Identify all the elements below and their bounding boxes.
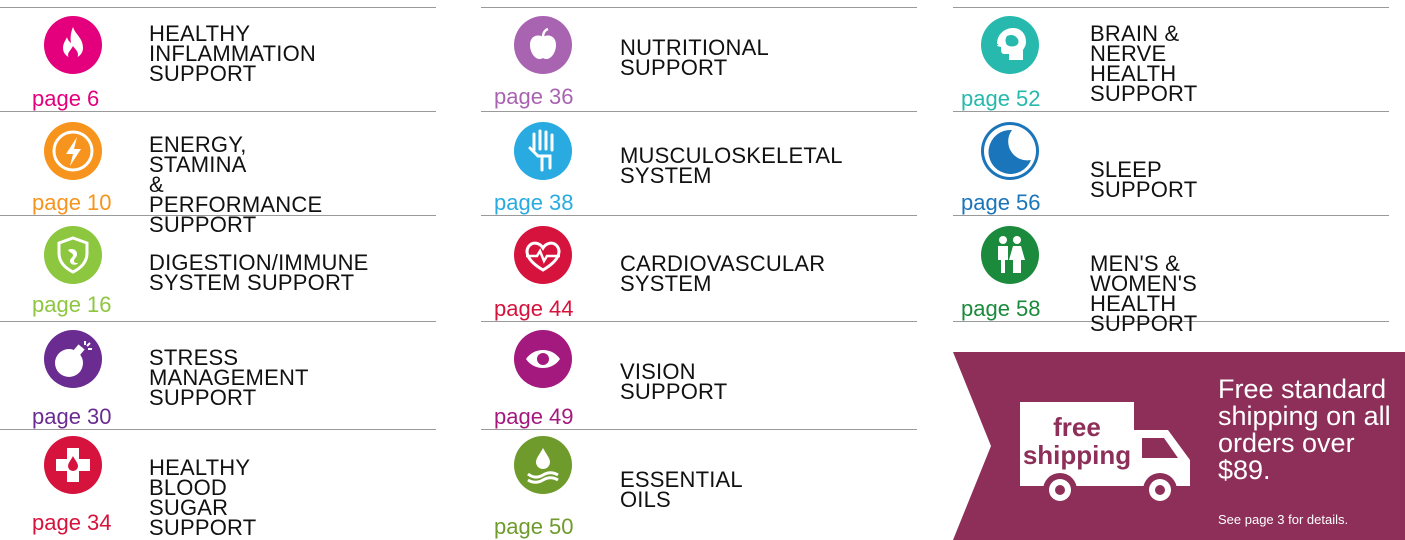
category-label: MUSCULOSKELETAL SYSTEM [620,143,843,188]
brain-icon [981,16,1039,74]
hand-skeleton-icon [514,122,572,180]
category-label: NUTRITIONAL SUPPORT [620,35,769,80]
page-number: page 58 [961,296,1041,321]
oil-drop-icon [514,436,572,494]
lightning-icon [44,122,102,180]
promo-note: See page 3 for details. [1218,512,1349,527]
free-shipping-banner[interactable]: free shipping Free standard shipping on … [953,352,1405,540]
category-label: ENERGY, STAMINA & PERFORMANCE SUPPORT [149,132,323,237]
category-label: SLEEP SUPPORT [1090,157,1198,202]
badge-line-2: shipping [1023,440,1131,470]
page-number: page 52 [961,86,1041,111]
apple-icon [514,16,572,74]
page-number: page 16 [32,292,112,317]
category-label: STRESS MANAGEMENT SUPPORT [149,345,309,410]
divider [481,7,917,8]
delivery-truck-icon: free shipping [1020,402,1190,507]
promo-headline: Free standard shipping on all orders ove… [1218,374,1391,485]
category-label: VISION SUPPORT [620,359,728,404]
divider [481,111,917,112]
category-label: HEALTHY INFLAMMATION SUPPORT [149,21,316,86]
eye-icon [514,330,572,388]
page-number: page 10 [32,190,112,215]
page-number: page 44 [494,296,574,321]
page-number: page 50 [494,514,574,539]
page-number: page 34 [32,510,112,535]
moon-icon [981,122,1039,180]
medical-cross-icon [44,436,102,494]
heart-pulse-icon [514,226,572,284]
divider [953,7,1389,8]
page-number: page 36 [494,84,574,109]
page-number: page 49 [494,404,574,429]
category-label: BRAIN & NERVE HEALTH SUPPORT [1090,21,1198,106]
page-number: page 56 [961,190,1041,215]
bomb-icon [44,330,102,388]
shield-icon [44,226,102,284]
category-label: CARDIOVASCULAR SYSTEM [620,251,826,296]
divider [0,7,436,8]
page-number: page 38 [494,190,574,215]
flame-icon [44,16,102,74]
category-label: DIGESTION/IMMUNE SYSTEM SUPPORT [149,250,369,295]
category-label: ESSENTIAL OILS [620,467,743,512]
divider [0,321,436,322]
category-label: MEN'S & WOMEN'S HEALTH SUPPORT [1090,251,1198,336]
badge-line-1: free [1053,412,1101,442]
category-index: page 6 HEALTHY INFLAMMATION SUPPORT page… [0,0,1405,540]
man-woman-icon [981,226,1039,284]
category-label: HEALTHY BLOOD SUGAR SUPPORT [149,455,257,540]
page-number: page 6 [32,86,100,111]
page-number: page 30 [32,404,112,429]
